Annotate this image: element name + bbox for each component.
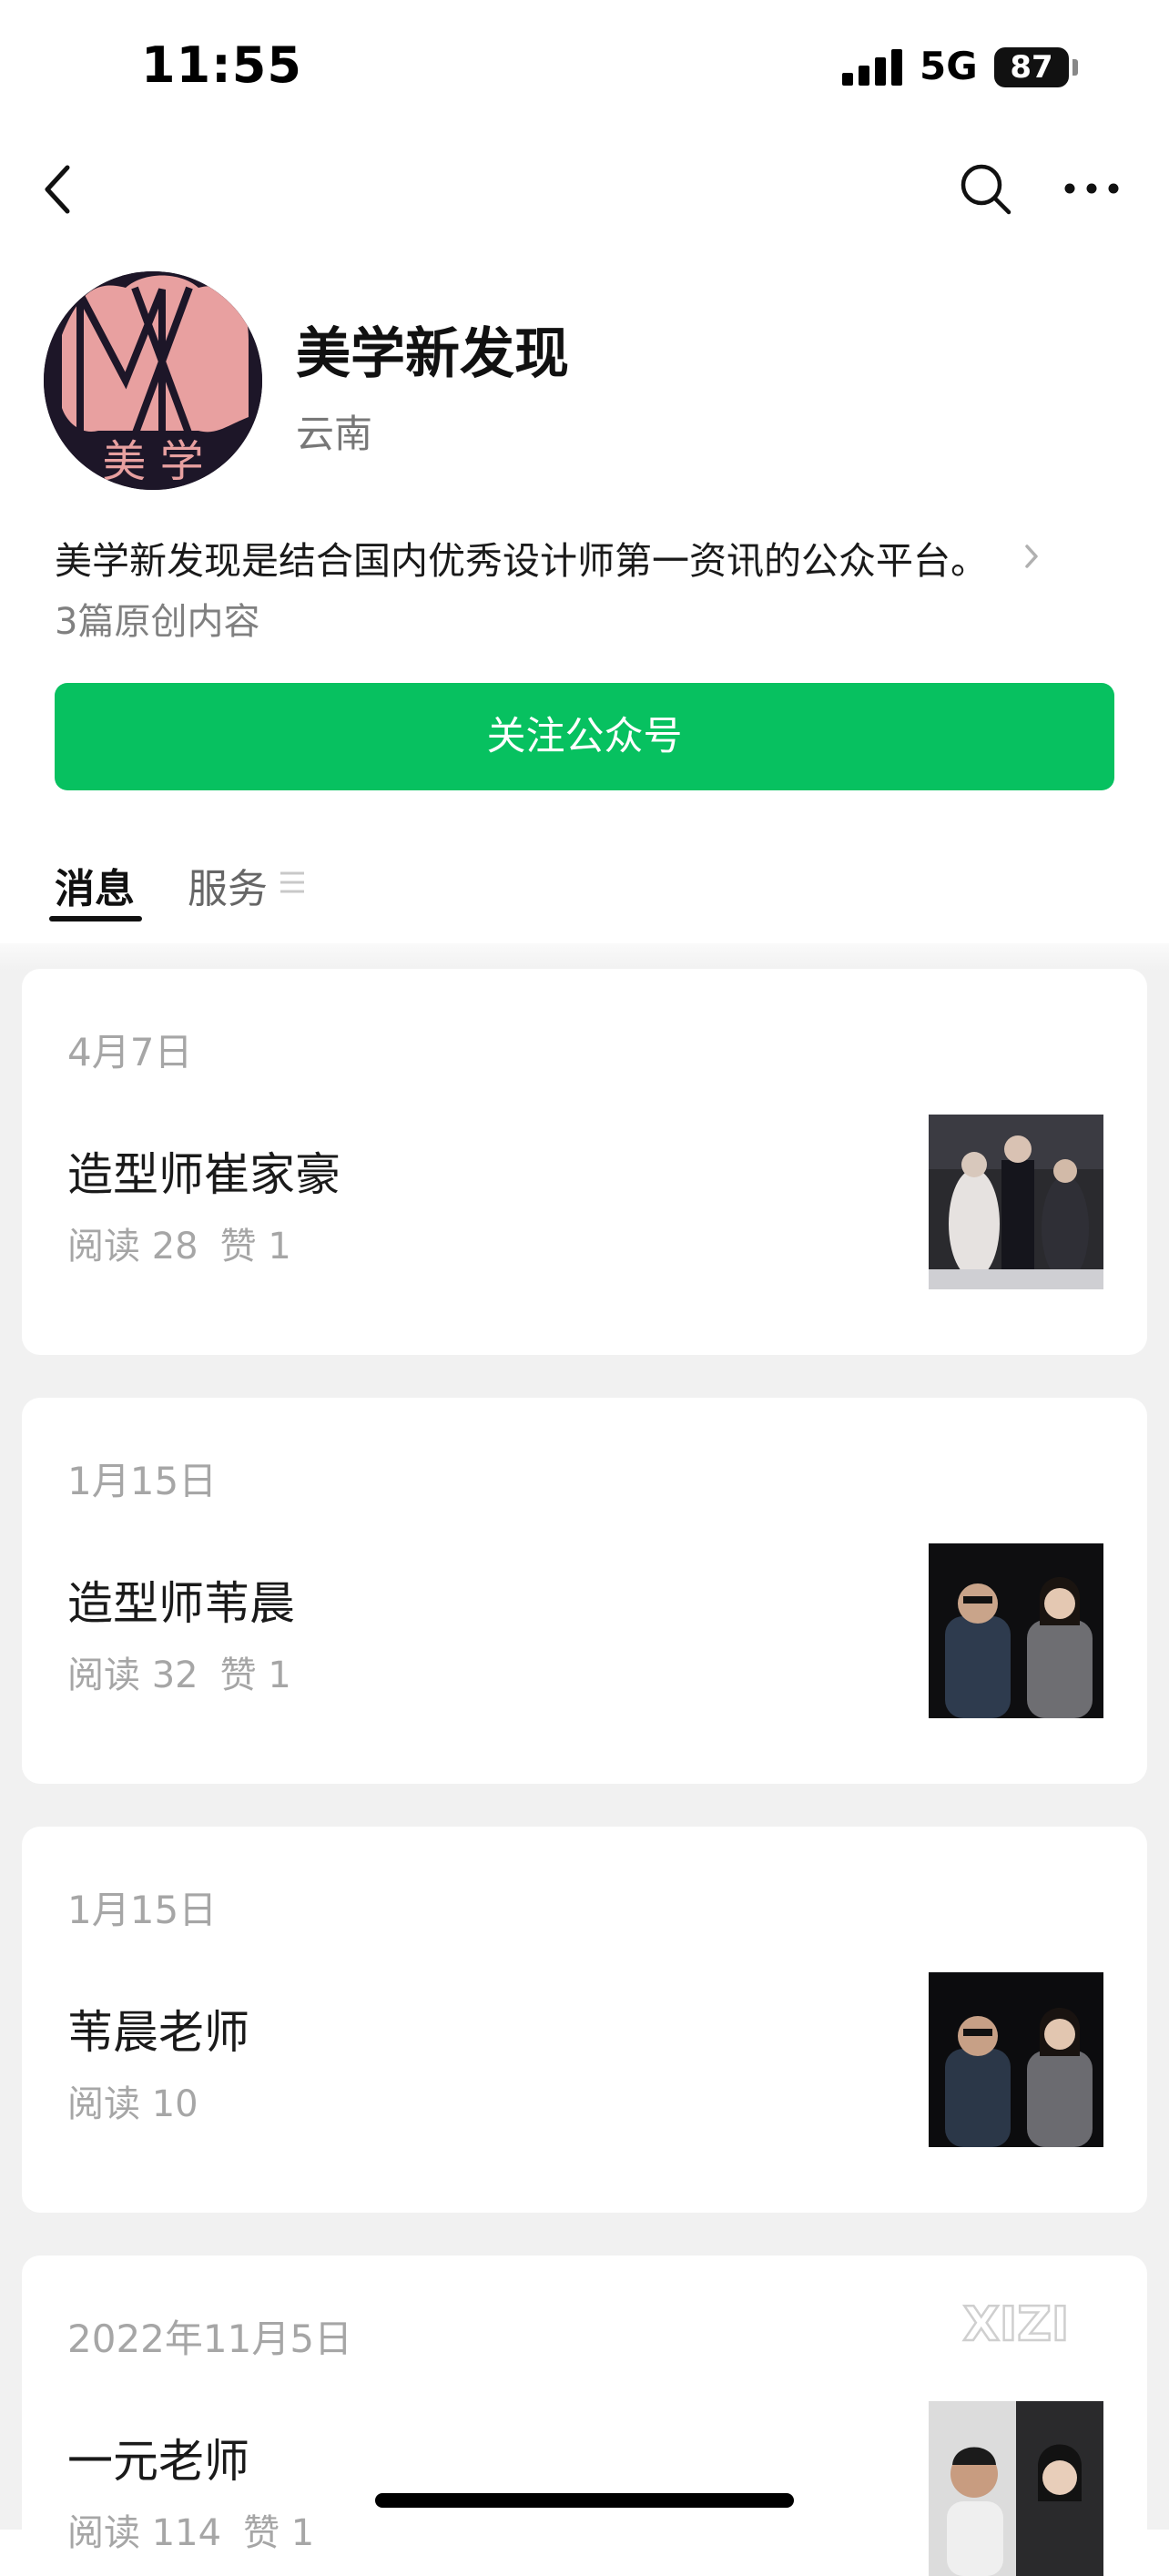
article-date: 1月15日 — [67, 1888, 218, 1932]
article-thumbnail[interactable] — [929, 2401, 1103, 2576]
battery-icon: 87 — [994, 47, 1069, 87]
article-card[interactable]: 1月15日 造型师苇晨 阅读 32 赞 1 — [22, 1398, 1147, 1784]
article-card[interactable]: 1月15日 苇晨老师 阅读 10 — [22, 1827, 1147, 2213]
article-likes: 赞 1 — [219, 1655, 291, 1696]
tab-services[interactable]: 服务 — [188, 856, 268, 914]
battery-tip — [1072, 59, 1078, 76]
watermark-text: XIZI — [963, 2297, 1070, 2352]
account-name: 美学新发现 — [296, 322, 569, 386]
follow-button[interactable]: 关注公众号 — [55, 683, 1114, 790]
article-stats: 阅读 32 赞 1 — [67, 1645, 291, 1698]
article-title[interactable]: 苇晨老师 — [67, 1996, 249, 2062]
battery-level: 87 — [1010, 49, 1053, 86]
tab-active-indicator — [49, 916, 142, 921]
feed-divider — [0, 943, 1169, 971]
article-date: 4月7日 — [67, 1030, 193, 1074]
article-likes: 赞 1 — [243, 2512, 315, 2554]
account-description[interactable]: 美学新发现是结合国内优秀设计师第一资讯的公众平台。 — [55, 530, 988, 585]
article-thumbnail[interactable] — [929, 1543, 1103, 1718]
article-reads: 阅读 32 — [67, 1655, 198, 1696]
search-icon[interactable] — [956, 159, 1014, 218]
tab-messages[interactable]: 消息 — [55, 856, 135, 914]
original-count: 3篇原创内容 — [55, 601, 260, 643]
article-stats: 阅读 114 赞 1 — [67, 2503, 314, 2556]
article-title[interactable]: 一元老师 — [67, 2425, 249, 2490]
signal-icon — [842, 47, 904, 86]
more-dots-icon[interactable] — [1062, 164, 1122, 209]
article-stats: 阅读 10 — [67, 2074, 198, 2127]
status-bar: 11:55 5G 87 — [0, 0, 1169, 137]
home-indicator[interactable] — [375, 2493, 794, 2508]
article-title[interactable]: 造型师崔家豪 — [67, 1138, 341, 1204]
article-reads: 阅读 10 — [67, 2083, 198, 2125]
article-reads: 阅读 114 — [67, 2512, 222, 2554]
menu-lines-icon[interactable] — [279, 869, 306, 896]
avatar[interactable]: 美 学 — [44, 271, 262, 490]
back-icon[interactable] — [36, 157, 82, 220]
watermark-logo: XIZI — [943, 2295, 1089, 2354]
status-time: 11:55 — [141, 36, 302, 94]
avatar-text: 美 学 — [102, 436, 203, 487]
article-thumbnail[interactable] — [929, 1115, 1103, 1289]
article-stats: 阅读 28 赞 1 — [67, 1217, 291, 1269]
article-reads: 阅读 28 — [67, 1226, 198, 1268]
article-thumbnail[interactable] — [929, 1972, 1103, 2147]
account-location: 云南 — [296, 412, 373, 456]
article-likes: 赞 1 — [219, 1226, 291, 1268]
network-label: 5G — [920, 44, 978, 88]
article-card[interactable]: 4月7日 造型师崔家豪 阅读 28 赞 1 — [22, 969, 1147, 1355]
article-title[interactable]: 造型师苇晨 — [67, 1567, 295, 1633]
article-date: 2022年11月5日 — [67, 2316, 353, 2361]
chevron-right-icon[interactable] — [1020, 539, 1043, 574]
article-date: 1月15日 — [67, 1459, 218, 1503]
